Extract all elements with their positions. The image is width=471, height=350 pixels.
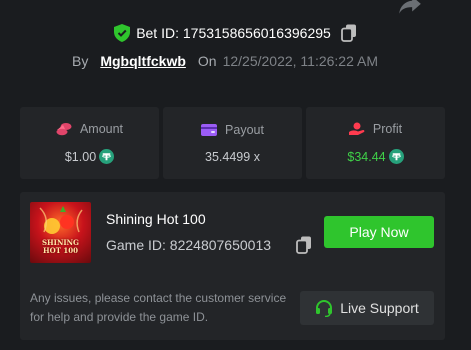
game-name: Shining Hot 100	[106, 211, 206, 227]
stat-payout-value: 35.4499 x	[205, 149, 260, 164]
on-label: On	[197, 53, 217, 69]
game-card: SHINING HOT 100 Shining Hot 100 Game ID:…	[20, 192, 445, 340]
live-support-label: Live Support	[340, 300, 419, 316]
tether-icon	[99, 149, 115, 164]
bet-meta: By Mgbqltfckwb On 12/25/2022, 11:26:22 A…	[72, 52, 378, 70]
stat-profit-label: Profit	[372, 122, 403, 136]
share-icon[interactable]	[397, 0, 423, 18]
bet-id: Bet ID: 1753158656016396295	[136, 25, 331, 41]
game-thumbnail-title: SHINING HOT 100	[42, 238, 79, 255]
support-help-text: Any issues, please contact the customer …	[30, 291, 287, 324]
bet-date: 12/25/2022, 11:26:22 AM	[222, 53, 378, 69]
game-thumbnail[interactable]: SHINING HOT 100	[30, 202, 91, 263]
stat-payout-label: Payout	[225, 122, 264, 137]
headset-icon	[316, 300, 333, 317]
copy-game-id-icon[interactable]	[296, 236, 312, 254]
bet-stats: Amount $1.00 Payout 35.4499 x Profit $34…	[20, 107, 445, 179]
stat-profit-value: $34.44	[347, 149, 386, 164]
hand-coin-icon	[348, 122, 365, 135]
stat-profit: Profit $34.44	[306, 107, 445, 179]
stat-amount: Amount $1.00	[20, 107, 159, 179]
tether-icon	[388, 149, 404, 164]
game-id: Game ID: 8224807650013	[106, 237, 272, 253]
stat-amount-value: $1.00	[64, 149, 97, 164]
bet-id-row: Bet ID: 1753158656016396295	[0, 24, 471, 42]
play-now-button[interactable]: Play Now	[324, 216, 434, 248]
live-support-button[interactable]: Live Support	[300, 291, 434, 325]
stat-payout: Payout 35.4499 x	[163, 107, 302, 179]
coins-icon	[56, 123, 72, 136]
copy-icon[interactable]	[340, 24, 357, 42]
wallet-icon	[201, 123, 218, 136]
by-label: By	[72, 53, 89, 69]
stat-amount-label: Amount	[79, 122, 124, 136]
shield-check-icon	[114, 24, 131, 42]
username-link[interactable]: Mgbqltfckwb	[100, 53, 186, 69]
